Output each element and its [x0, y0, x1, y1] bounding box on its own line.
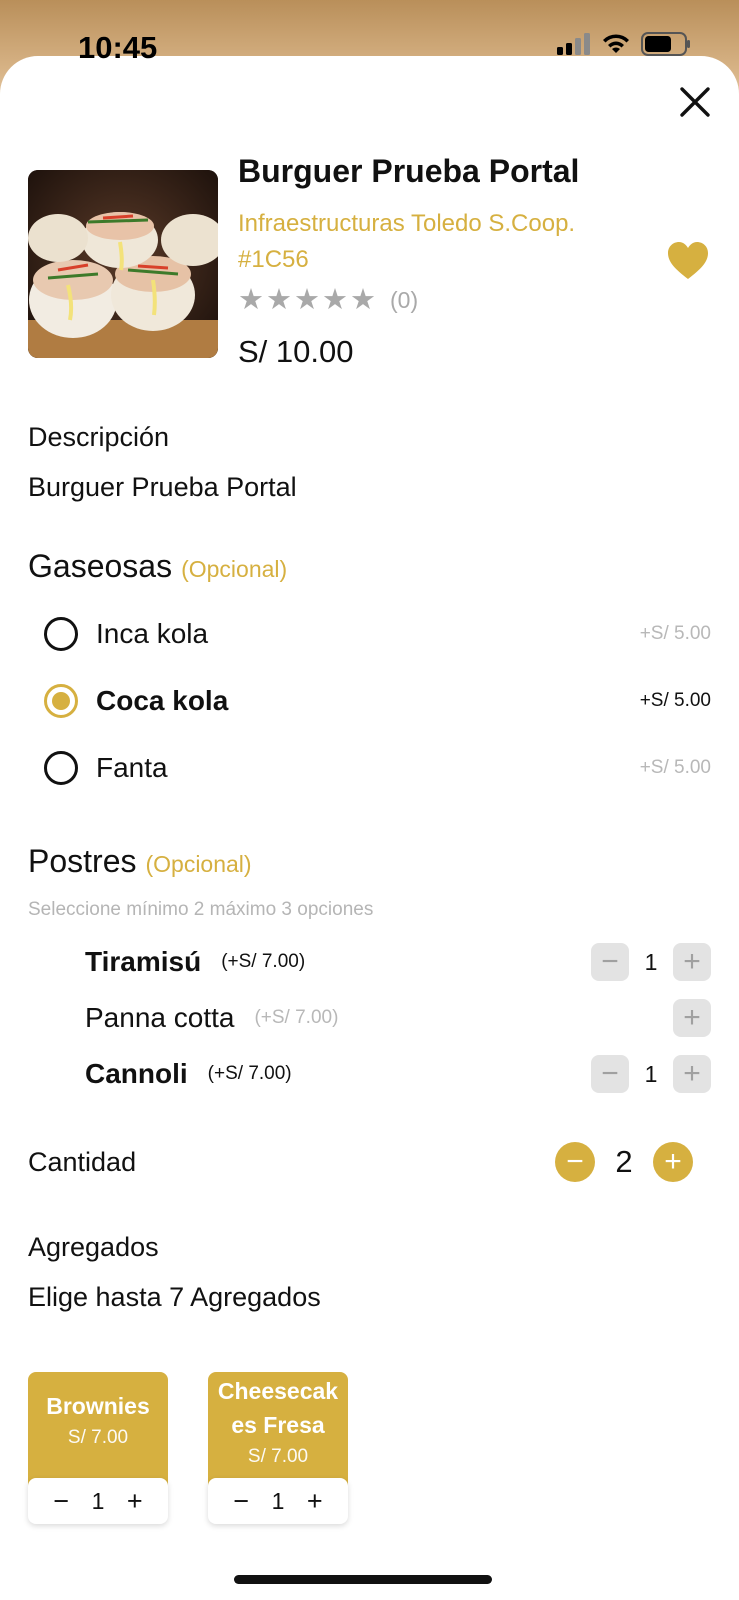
dessert-stepper: − 1 +: [591, 1055, 711, 1093]
postres-header: Postres (Opcional): [28, 843, 252, 880]
postres-hint: Seleccione mínimo 2 máximo 3 opciones: [28, 899, 374, 920]
postres-optional: (Opcional): [145, 851, 252, 877]
star-icon: ★: [266, 284, 292, 316]
product-sheet: Burguer Prueba Portal Infraestructuras T…: [0, 56, 739, 1600]
dessert-name: Tiramisú: [85, 946, 202, 977]
radio-price: +S/ 5.00: [639, 690, 711, 711]
addon-name: Brownies: [46, 1393, 150, 1419]
gaseosas-optional: (Opcional): [181, 556, 288, 582]
minus-icon[interactable]: −: [591, 943, 629, 981]
home-indicator[interactable]: [234, 1575, 492, 1584]
product-price: S/ 10.00: [238, 334, 354, 369]
quantity-value: 2: [615, 1144, 633, 1179]
star-icon: ★: [238, 284, 264, 316]
agregados-subtitle: Elige hasta 7 Agregados: [28, 1282, 321, 1312]
minus-icon[interactable]: −: [591, 1055, 629, 1093]
dessert-stepper: − 1 +: [591, 943, 711, 981]
quantity-row: Cantidad − 2 +: [28, 1142, 693, 1182]
minus-icon[interactable]: −: [49, 1487, 73, 1515]
radio-label: Fanta: [96, 752, 168, 783]
radio-price: +S/ 5.00: [639, 623, 711, 644]
radio-label: Coca kola: [96, 685, 229, 716]
radio-button[interactable]: [44, 751, 78, 785]
minus-icon[interactable]: −: [555, 1142, 595, 1182]
plus-icon[interactable]: +: [673, 1055, 711, 1093]
battery-icon: [641, 32, 690, 56]
dessert-name: Panna cotta: [85, 1002, 235, 1033]
description-label: Descripción: [28, 422, 170, 452]
dessert-name: Cannoli: [85, 1058, 188, 1089]
close-icon[interactable]: [677, 84, 713, 120]
addon-price: S/ 7.00: [247, 1446, 309, 1467]
dessert-item-cannoli: Cannoli (+S/ 7.00) − 1 +: [85, 1052, 711, 1096]
signal-icon: [557, 33, 590, 55]
radio-label: Inca kola: [96, 618, 209, 649]
addon-stepper: − 1 +: [28, 1478, 168, 1524]
product-title: Burguer Prueba Portal: [238, 153, 580, 189]
addon-card-brownies[interactable]: Brownies S/ 7.00 − 1 +: [28, 1372, 168, 1524]
gaseosas-title: Gaseosas: [28, 548, 173, 584]
dessert-qty: 1: [644, 1060, 658, 1087]
minus-icon[interactable]: −: [229, 1487, 253, 1515]
star-icon: ★: [294, 284, 320, 316]
gaseosas-header: Gaseosas (Opcional): [28, 548, 287, 585]
plus-icon[interactable]: +: [673, 943, 711, 981]
star-icon: ★: [322, 284, 348, 316]
rating-count: (0): [390, 287, 419, 313]
status-time: 10:45: [78, 30, 158, 65]
status-icons: [557, 32, 691, 56]
plus-icon[interactable]: +: [673, 999, 711, 1037]
quantity-stepper: − 2 +: [555, 1142, 693, 1182]
addon-qty: 1: [271, 1487, 285, 1514]
star-icon: ★: [350, 284, 376, 316]
radio-option-fanta[interactable]: Fanta +S/ 5.00: [44, 743, 711, 793]
dessert-item-tiramisu: Tiramisú (+S/ 7.00) − 1 +: [85, 940, 711, 984]
radio-price: +S/ 5.00: [639, 757, 711, 778]
radio-option-inca-kola[interactable]: Inca kola +S/ 5.00: [44, 609, 711, 659]
addon-price: S/ 7.00: [67, 1427, 129, 1448]
quantity-label: Cantidad: [28, 1146, 137, 1177]
radio-button-selected[interactable]: [44, 684, 78, 718]
radio-option-coca-kola[interactable]: Coca kola +S/ 5.00: [44, 676, 711, 726]
wifi-icon: [603, 34, 629, 53]
addon-name-line1: Cheesecak: [217, 1378, 339, 1404]
agregados-label: Agregados: [28, 1232, 159, 1262]
postres-title: Postres: [28, 843, 137, 879]
plus-icon[interactable]: +: [123, 1487, 147, 1515]
dessert-item-panna-cotta: Panna cotta (+S/ 7.00) +: [85, 996, 711, 1040]
addon-qty: 1: [91, 1487, 105, 1514]
plus-icon[interactable]: +: [653, 1142, 693, 1182]
radio-button[interactable]: [44, 617, 78, 651]
addon-card-cheesecakes-fresa[interactable]: Cheesecak es Fresa S/ 7.00 − 1 +: [208, 1372, 348, 1524]
dessert-stepper: +: [673, 999, 711, 1037]
product-image: [28, 170, 218, 358]
description-text: Burguer Prueba Portal: [28, 472, 297, 502]
status-bar: 10:45: [0, 0, 739, 70]
dessert-qty: 1: [644, 948, 658, 975]
dessert-price: (+S/ 7.00): [254, 1007, 339, 1028]
heart-icon[interactable]: [667, 241, 709, 281]
store-name: Infraestructuras Toledo S.Coop. #1C56: [238, 210, 576, 273]
plus-icon[interactable]: +: [303, 1487, 327, 1515]
dessert-price: (+S/ 7.00): [221, 951, 306, 972]
addon-name-line2: es Fresa: [231, 1412, 325, 1438]
addon-stepper: − 1 +: [208, 1478, 348, 1524]
rating-stars: ★ ★ ★ ★ ★ (0): [238, 286, 418, 315]
dessert-price: (+S/ 7.00): [207, 1063, 292, 1084]
